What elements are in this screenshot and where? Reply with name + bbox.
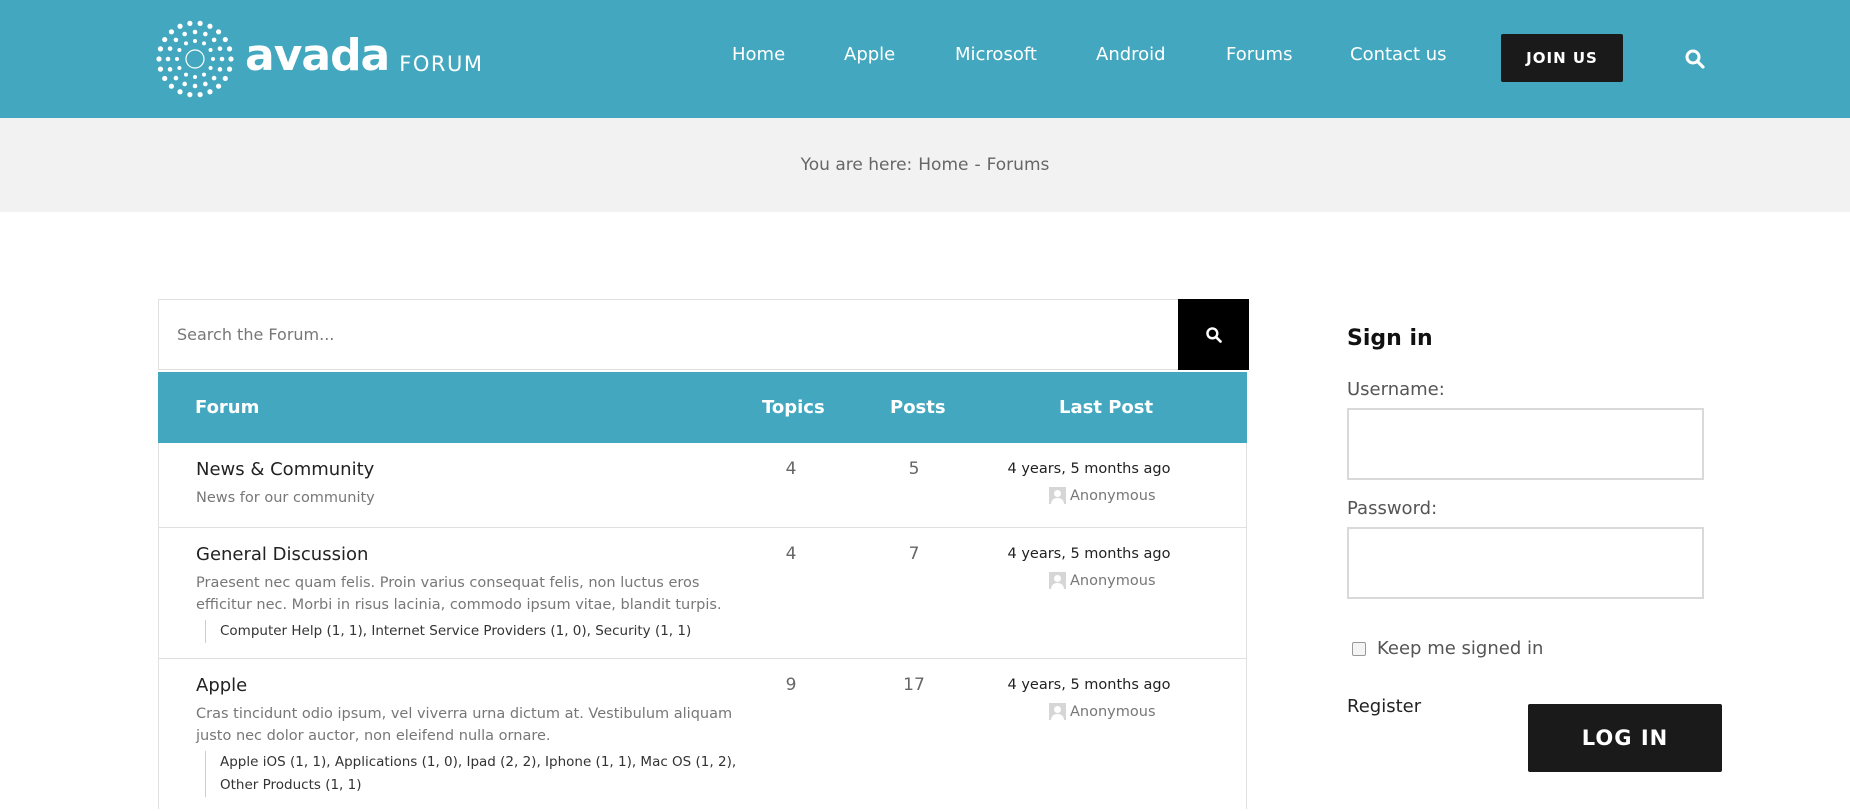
last-post-username: Anonymous: [1070, 703, 1156, 720]
header-forum: Forum: [195, 397, 260, 418]
forum-table-header: Forum Topics Posts Last Post: [158, 372, 1247, 443]
breadcrumb-separator: -: [974, 155, 981, 175]
password-label: Password:: [1347, 498, 1438, 519]
breadcrumb-home[interactable]: Home: [918, 155, 968, 175]
last-post-user[interactable]: Anonymous: [1049, 572, 1156, 589]
subforum-list[interactable]: Computer Help (1, 1), Internet Service P…: [205, 620, 745, 643]
nav-apple[interactable]: Apple: [844, 44, 895, 65]
signin-title: Sign in: [1347, 326, 1433, 351]
nav-home[interactable]: Home: [732, 44, 785, 65]
posts-count: 7: [908, 544, 920, 564]
remember-me-label: Keep me signed in: [1377, 638, 1544, 659]
forum-search-box: [158, 299, 1249, 370]
breadcrumb-prefix: You are here:: [800, 155, 913, 175]
site-logo[interactable]: avada FORUM: [155, 19, 483, 99]
last-post-username: Anonymous: [1070, 572, 1156, 589]
site-header: avada FORUM Home Apple Microsoft Android…: [0, 0, 1850, 118]
remember-me: Keep me signed in: [1352, 638, 1543, 659]
table-row: General Discussion Praesent nec quam fel…: [158, 528, 1247, 659]
log-in-button[interactable]: LOG IN: [1528, 704, 1722, 772]
breadcrumb: You are here: Home - Forums: [0, 118, 1850, 212]
last-post-time[interactable]: 4 years, 5 months ago: [999, 461, 1179, 477]
avatar: [1049, 572, 1066, 589]
forum-title[interactable]: Apple: [196, 675, 247, 696]
table-row: Apple Cras tincidunt odio ipsum, vel viv…: [158, 659, 1247, 809]
remember-me-checkbox[interactable]: [1352, 641, 1366, 656]
register-link[interactable]: Register: [1347, 696, 1421, 717]
last-post-user[interactable]: Anonymous: [1049, 703, 1156, 720]
header-topics: Topics: [762, 397, 825, 418]
last-post-username: Anonymous: [1070, 487, 1156, 504]
last-post-user[interactable]: Anonymous: [1049, 487, 1156, 504]
search-icon[interactable]: [1684, 48, 1706, 70]
username-field[interactable]: [1347, 408, 1704, 480]
password-field[interactable]: [1347, 527, 1704, 599]
forum-description: News for our community: [196, 490, 375, 506]
topics-count: 4: [785, 544, 797, 564]
join-us-button[interactable]: JOIN US: [1501, 34, 1623, 82]
forum-title[interactable]: General Discussion: [196, 544, 368, 565]
header-last-post: Last Post: [1059, 397, 1154, 418]
logo-subtitle: FORUM: [399, 52, 484, 76]
last-post-time[interactable]: 4 years, 5 months ago: [999, 677, 1179, 693]
forum-search-button[interactable]: [1178, 299, 1249, 370]
forum-description: Praesent nec quam felis. Proin varius co…: [196, 575, 722, 613]
avatar: [1049, 703, 1066, 720]
avatar: [1049, 487, 1066, 504]
nav-microsoft[interactable]: Microsoft: [955, 44, 1037, 65]
table-row: News & Community News for our community …: [158, 443, 1247, 528]
forum-table: Forum Topics Posts Last Post News & Comm…: [158, 372, 1247, 809]
forum-title[interactable]: News & Community: [196, 459, 374, 480]
username-label: Username:: [1347, 379, 1445, 400]
posts-count: 17: [903, 675, 925, 695]
topics-count: 9: [785, 675, 797, 695]
logo-dots-icon: [156, 20, 234, 98]
nav-android[interactable]: Android: [1096, 44, 1166, 65]
topics-count: 4: [785, 459, 797, 479]
logo-wordmark: avada: [245, 29, 390, 81]
nav-contact-us[interactable]: Contact us: [1350, 44, 1447, 65]
posts-count: 5: [908, 459, 920, 479]
subforum-list[interactable]: Apple iOS (1, 1), Applications (1, 0), I…: [205, 751, 745, 797]
forum-description: Cras tincidunt odio ipsum, vel viverra u…: [196, 706, 733, 744]
nav-forums[interactable]: Forums: [1226, 44, 1292, 65]
header-posts: Posts: [890, 397, 946, 418]
forum-search-input[interactable]: [159, 300, 1177, 369]
breadcrumb-forums: Forums: [986, 155, 1050, 175]
last-post-time[interactable]: 4 years, 5 months ago: [999, 546, 1179, 562]
search-icon: [1205, 326, 1222, 343]
